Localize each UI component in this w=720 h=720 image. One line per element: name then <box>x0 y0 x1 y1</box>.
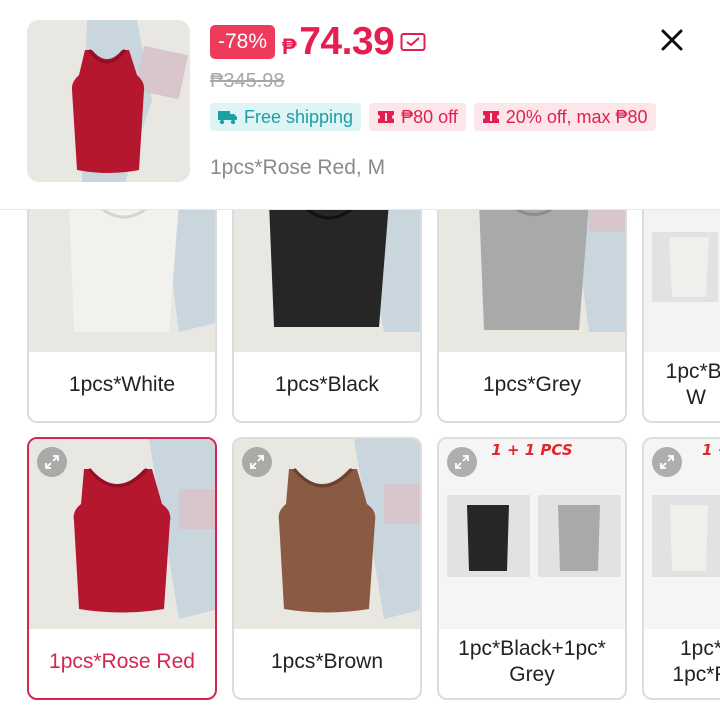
close-button[interactable] <box>656 24 688 56</box>
ticket-icon <box>378 111 395 123</box>
promo-tags: Free shipping ₱80 off 20% off, max ₱80 <box>210 103 656 131</box>
variant-label: 1pcs*Grey <box>482 372 582 396</box>
truck-icon <box>218 111 237 125</box>
price-value: 74.39 <box>299 20 395 63</box>
currency-symbol: ₱ <box>282 34 297 59</box>
discount-tag-label: ₱80 off <box>401 106 458 127</box>
current-price: ₱ 74.39 <box>282 20 395 64</box>
expand-icon[interactable] <box>652 447 682 477</box>
original-price: ₱345.98 <box>210 70 285 92</box>
variant-card-black-grey[interactable]: 1 + 1 PCS 1pc*Black+1pc* Grey <box>437 437 627 700</box>
product-summary-header: -78% ₱ 74.39 ₱345.98 Free shipping ₱80 o… <box>0 0 720 210</box>
variant-card-rose-red[interactable]: 1pcs*Rose Red <box>27 437 217 700</box>
expand-icon[interactable] <box>242 447 272 477</box>
expand-icon[interactable] <box>447 447 477 477</box>
discount-badge: -78% <box>210 25 276 59</box>
discount-tag-percent: 20% off, max ₱80 <box>473 103 656 131</box>
variant-label: 1pcs*Rose Red <box>49 649 195 673</box>
variant-card-white[interactable]: 1pcs*White <box>27 180 217 423</box>
selected-variant-text: 1pcs*Rose Red, M <box>210 156 386 179</box>
variant-label: 1pc*Black+1pc* Grey <box>458 636 606 686</box>
variant-label: 1pcs*Black <box>275 372 379 396</box>
discount-tag-label: 20% off, max ₱80 <box>505 106 648 127</box>
ticket-icon <box>482 111 499 123</box>
product-thumbnail <box>27 20 190 182</box>
free-shipping-tag: Free shipping <box>210 103 362 131</box>
free-shipping-label: Free shipping <box>244 106 354 127</box>
variant-card-black[interactable]: 1pcs*Black <box>232 180 422 423</box>
coupon-icon[interactable] <box>400 31 426 53</box>
variant-card-combo[interactable]: 1 + 1pc* 1pc*R <box>642 437 720 700</box>
variant-label: 1pc* 1pc*R <box>672 636 720 686</box>
expand-icon[interactable] <box>37 447 67 477</box>
variant-label: 1pcs*White <box>68 372 176 396</box>
variant-label: 1pcs*Brown <box>270 649 384 673</box>
price-row: -78% ₱ 74.39 <box>210 20 426 64</box>
variant-card-grey[interactable]: 1pcs*Grey <box>437 180 627 423</box>
variant-card-brown[interactable]: 1pcs*Brown <box>232 437 422 700</box>
variant-label: 1pc*Bl W <box>665 359 720 409</box>
close-icon <box>661 29 683 51</box>
variant-card-black-white[interactable]: 1pc*Bl W <box>642 180 720 423</box>
discount-tag-80: ₱80 off <box>369 103 466 131</box>
